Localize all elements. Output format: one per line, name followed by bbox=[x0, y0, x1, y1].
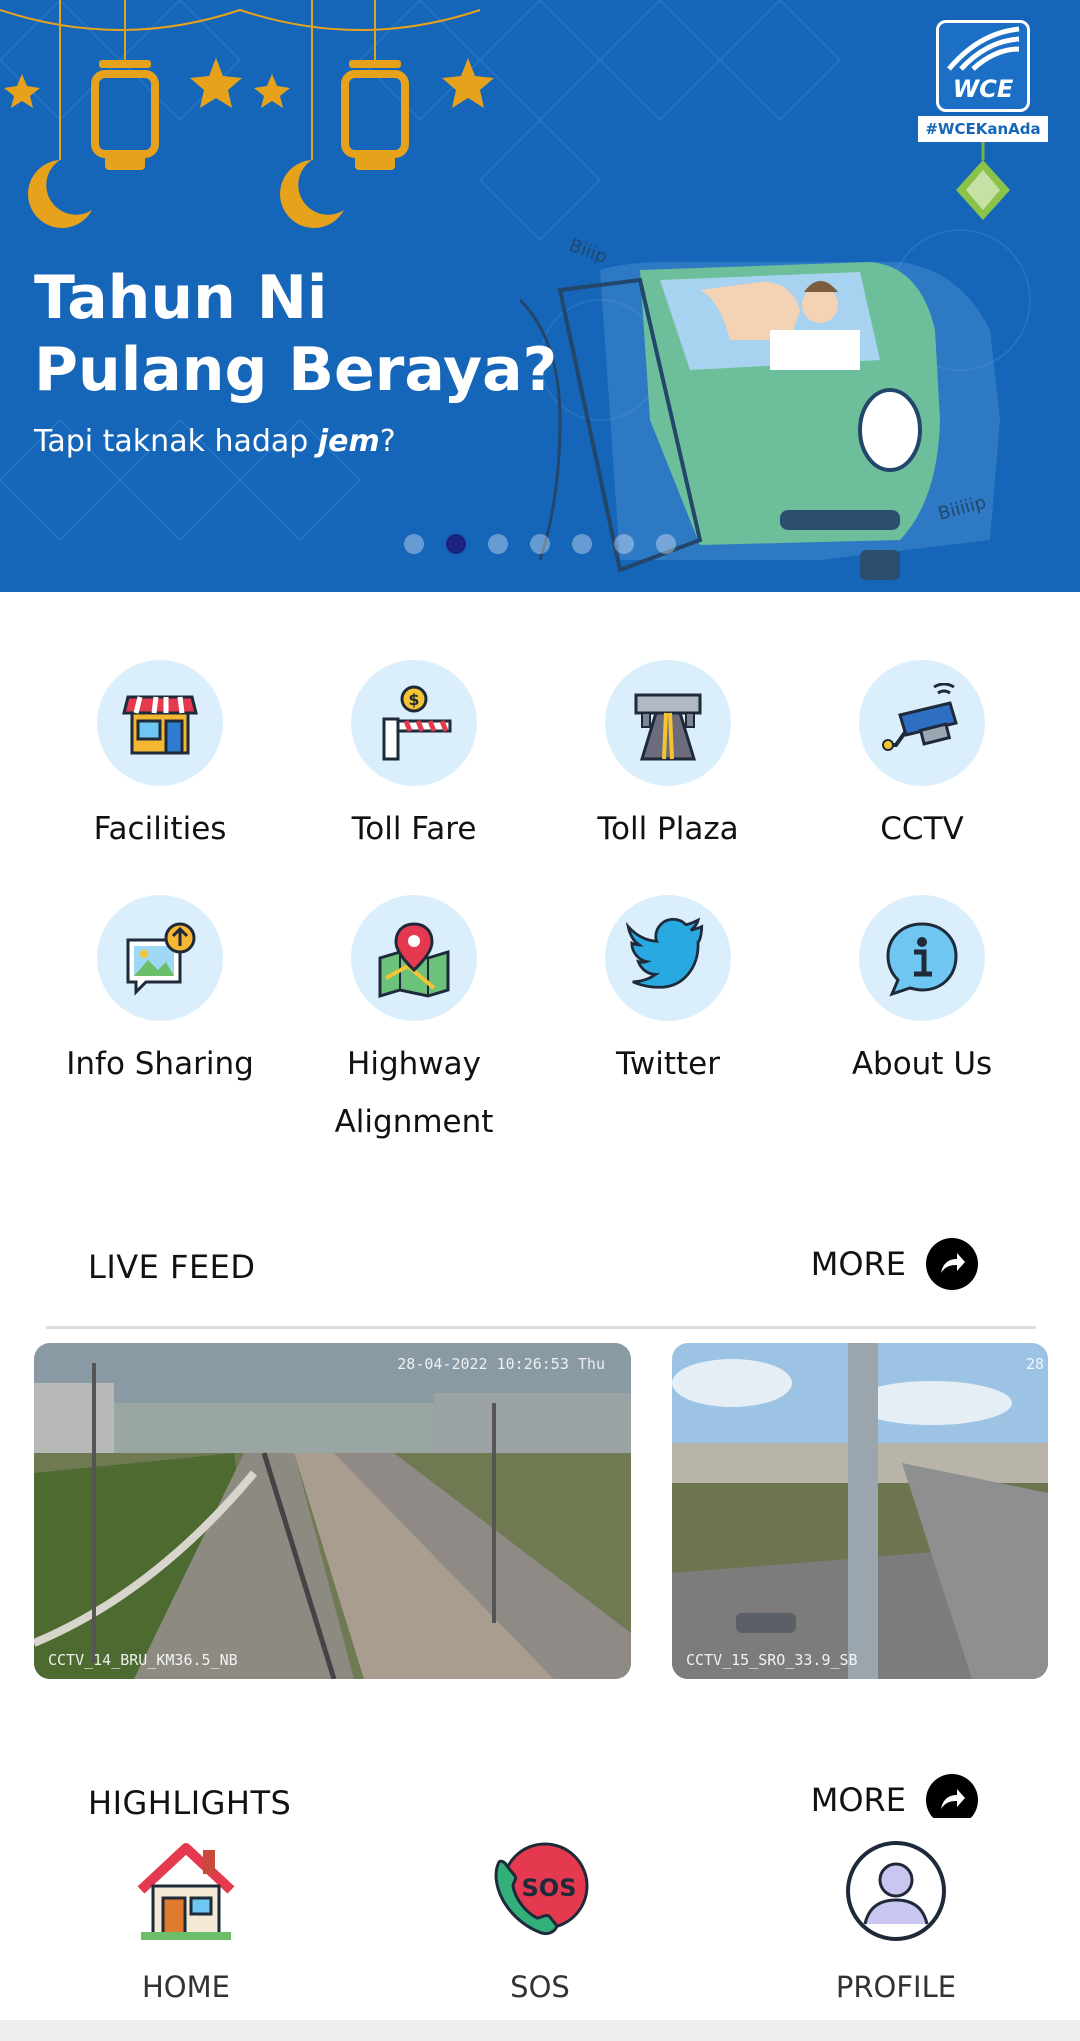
home-icon bbox=[137, 1843, 235, 1940]
banner-subtitle: Tapi taknak hadap jem? bbox=[34, 424, 396, 459]
toll-barrier-icon: $ bbox=[382, 685, 452, 761]
feed-camera-name: CCTV_14_BRU_KM36.5_NB bbox=[48, 1651, 238, 1669]
image-upload-icon bbox=[126, 922, 196, 996]
share-arrow-icon bbox=[926, 1238, 978, 1290]
wce-swoosh-icon bbox=[947, 26, 1020, 71]
menu-item-about-us[interactable]: About Us bbox=[795, 895, 1049, 1093]
wce-logo-text: WCE bbox=[952, 75, 1014, 103]
menu-label: Twitter bbox=[616, 1046, 720, 1082]
info-bubble-icon bbox=[886, 922, 958, 997]
more-label: MORE bbox=[810, 1781, 906, 1818]
live-feed-title: LIVE FEED bbox=[88, 1248, 256, 1286]
carousel-dot[interactable] bbox=[572, 534, 592, 554]
banner-subtitle-emphasis: jem bbox=[317, 424, 380, 459]
cctv-feed-card[interactable]: 28-04-2022 10:26:53 Thu CCTV_14_BRU_KM36… bbox=[34, 1343, 631, 1679]
highlights-header: HIGHLIGHTS MORE bbox=[88, 1774, 978, 1818]
nav-label: PROFILE bbox=[835, 1970, 957, 2004]
menu-label: Toll Fare bbox=[351, 811, 477, 847]
menu-icon-circle bbox=[605, 660, 731, 786]
nav-label: SOS bbox=[510, 1970, 570, 2004]
live-feed-more-button[interactable]: MORE bbox=[811, 1238, 978, 1290]
promo-banner[interactable]: Biiip Biiiiip Tahun Ni Pulang Beraya? Ta… bbox=[0, 0, 1080, 592]
menu-icon-circle bbox=[605, 895, 731, 1021]
carousel-indicator[interactable] bbox=[404, 534, 676, 554]
nav-profile[interactable]: PROFILE bbox=[776, 1836, 1016, 2004]
cctv-snapshot bbox=[34, 1343, 631, 1679]
banner-title-line2: Pulang Beraya? bbox=[34, 335, 558, 405]
sos-phone-icon: SOS bbox=[494, 1842, 589, 1936]
banner-subtitle-suffix: ? bbox=[379, 424, 396, 459]
carousel-dot-active[interactable] bbox=[446, 534, 466, 554]
menu-item-highway-alignment[interactable]: Highway Alignment bbox=[287, 895, 541, 1151]
menu-icon-circle bbox=[351, 895, 477, 1021]
menu-icon-circle bbox=[859, 660, 985, 786]
cctv-snapshot bbox=[672, 1343, 1048, 1679]
cctv-camera-icon bbox=[882, 683, 958, 751]
nav-sos[interactable]: SOS SOS bbox=[420, 1836, 660, 2004]
banner-title: Tahun Ni Pulang Beraya? bbox=[34, 262, 634, 406]
nav-label: HOME bbox=[142, 1970, 230, 2004]
menu-icon-circle bbox=[97, 895, 223, 1021]
carousel-dot[interactable] bbox=[530, 534, 550, 554]
svg-text:SOS: SOS bbox=[522, 1874, 577, 1902]
menu-label: Toll Plaza bbox=[597, 811, 739, 847]
share-arrow-icon bbox=[926, 1774, 978, 1818]
menu-item-facilities[interactable]: Facilities bbox=[33, 660, 287, 858]
shop-icon bbox=[122, 695, 198, 755]
menu-label: Facilities bbox=[93, 811, 227, 847]
wce-logo: WCE bbox=[936, 20, 1030, 112]
hashtag-label: #WCEKanAda bbox=[918, 116, 1048, 142]
carousel-dot[interactable] bbox=[614, 534, 634, 554]
nav-home[interactable]: HOME bbox=[66, 1836, 306, 2004]
menu-item-twitter[interactable]: Twitter bbox=[541, 895, 795, 1093]
banner-title-line1: Tahun Ni bbox=[34, 263, 328, 333]
menu-icon-circle bbox=[97, 660, 223, 786]
menu-label: CCTV bbox=[880, 811, 964, 847]
carousel-dot[interactable] bbox=[488, 534, 508, 554]
profile-icon bbox=[846, 1841, 946, 1941]
section-divider bbox=[46, 1326, 1036, 1329]
menu-item-info-sharing[interactable]: Info Sharing bbox=[33, 895, 287, 1093]
menu-label: Highway Alignment bbox=[287, 1035, 541, 1151]
live-feed-carousel[interactable]: 28-04-2022 10:26:53 Thu CCTV_14_BRU_KM36… bbox=[0, 1343, 1080, 1679]
feed-timestamp: 28-04-2022 10:26:53 Thu bbox=[397, 1355, 605, 1373]
menu-label-line1: Highway bbox=[347, 1046, 481, 1082]
highlights-more-button[interactable]: MORE bbox=[811, 1774, 978, 1818]
system-gesture-bar bbox=[0, 2020, 1080, 2041]
menu-item-cctv[interactable]: CCTV bbox=[795, 660, 1049, 858]
map-pin-icon bbox=[378, 922, 450, 998]
cctv-feed-card[interactable]: 28 CCTV_15_SRO_33.9_SB bbox=[672, 1343, 1048, 1679]
live-feed-header: LIVE FEED MORE bbox=[88, 1238, 978, 1298]
more-label: MORE bbox=[810, 1245, 906, 1283]
highlights-title: HIGHLIGHTS bbox=[88, 1784, 292, 1818]
carousel-dot[interactable] bbox=[404, 534, 424, 554]
carousel-dot[interactable] bbox=[656, 534, 676, 554]
svg-text:$: $ bbox=[408, 690, 419, 709]
toll-plaza-icon bbox=[634, 693, 702, 761]
menu-icon-circle: $ bbox=[351, 660, 477, 786]
twitter-bird-icon bbox=[626, 917, 704, 989]
menu-icon-circle bbox=[859, 895, 985, 1021]
menu-label: Info Sharing bbox=[66, 1046, 254, 1082]
feed-camera-name: CCTV_15_SRO_33.9_SB bbox=[686, 1651, 858, 1669]
menu-item-toll-fare[interactable]: $ Toll Fare bbox=[287, 660, 541, 858]
bottom-navigation: HOME SOS SOS PROFILE bbox=[0, 1818, 1080, 2018]
banner-subtitle-text: Tapi taknak hadap bbox=[34, 424, 318, 459]
menu-label-line2: Alignment bbox=[334, 1104, 494, 1140]
menu-label: About Us bbox=[851, 1046, 993, 1082]
menu-item-toll-plaza[interactable]: Toll Plaza bbox=[541, 660, 795, 858]
feed-timestamp: 28 bbox=[1025, 1355, 1044, 1373]
